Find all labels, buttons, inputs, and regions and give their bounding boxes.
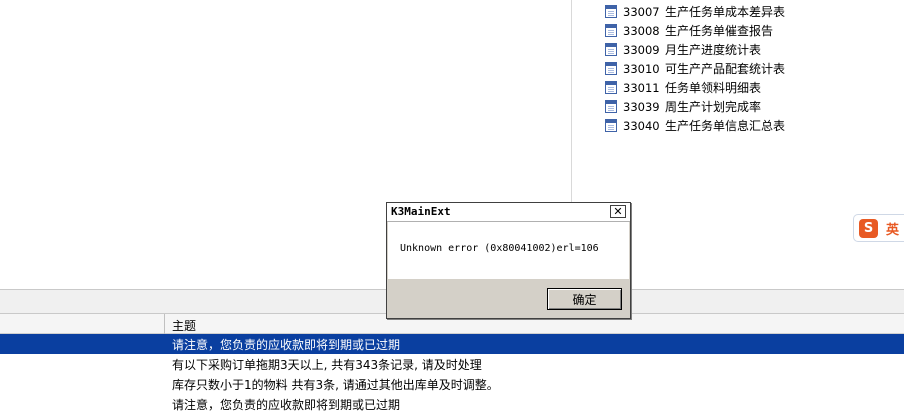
report-code: 33040	[623, 118, 660, 133]
message-subject: 有以下采购订单拖期3天以上, 共有343条记录, 请及时处理	[172, 358, 482, 372]
report-document-icon	[605, 119, 617, 132]
close-icon[interactable]: ✕	[610, 205, 626, 218]
message-subject: 请注意，您负责的应收款即将到期或已过期	[172, 398, 401, 412]
message-row[interactable]: 请注意，您负责的应收款即将到期或已过期	[0, 334, 904, 354]
error-dialog: K3MainExt ✕ Unknown error (0x80041002)er…	[386, 202, 631, 319]
report-document-icon	[605, 5, 617, 18]
sogou-ime-icon: S	[859, 218, 878, 238]
report-item[interactable]: 33039 周生产计划完成率	[605, 97, 785, 116]
report-document-icon	[605, 24, 617, 37]
report-item[interactable]: 33007 生产任务单成本差异表	[605, 2, 785, 21]
report-document-icon	[605, 100, 617, 113]
dialog-body: Unknown error (0x80041002)erl=106	[388, 222, 629, 279]
report-item[interactable]: 33040 生产任务单信息汇总表	[605, 116, 785, 135]
ime-language-indicator[interactable]: 英	[886, 219, 899, 238]
dialog-title: K3MainExt	[391, 205, 451, 218]
message-row[interactable]: 请注意，您负责的应收款即将到期或已过期	[0, 394, 904, 414]
report-name: 生产任务单催查报告	[665, 24, 774, 38]
ime-status-tab[interactable]: S 英	[853, 214, 904, 242]
message-row[interactable]: 库存只数小于1的物料 共有3条, 请通过其他出库单及时调整。	[0, 374, 904, 394]
column-header-subject[interactable]: 主题	[172, 317, 196, 334]
report-name: 任务单领料明细表	[665, 81, 762, 95]
report-item[interactable]: 33009 月生产进度统计表	[605, 40, 785, 59]
report-code: 33008	[623, 23, 660, 38]
dialog-titlebar[interactable]: K3MainExt ✕	[387, 203, 630, 222]
report-code: 33009	[623, 42, 660, 57]
report-document-icon	[605, 43, 617, 56]
error-message: Unknown error (0x80041002)erl=106	[400, 243, 599, 254]
message-row[interactable]: 有以下采购订单拖期3天以上, 共有343条记录, 请及时处理	[0, 354, 904, 374]
report-document-icon	[605, 81, 617, 94]
message-subject: 库存只数小于1的物料 共有3条, 请通过其他出库单及时调整。	[172, 378, 499, 392]
ok-button[interactable]: 确定	[547, 288, 622, 310]
report-name: 生产任务单信息汇总表	[665, 119, 786, 133]
message-list: 请注意，您负责的应收款即将到期或已过期 有以下采购订单拖期3天以上, 共有343…	[0, 334, 904, 414]
report-code: 33010	[623, 61, 660, 76]
report-name: 周生产计划完成率	[665, 100, 762, 114]
report-document-icon	[605, 62, 617, 75]
report-name: 生产任务单成本差异表	[665, 5, 786, 19]
report-code: 33011	[623, 80, 660, 95]
report-list: 33007 生产任务单成本差异表 33008 生产任务单催查报告 33009 月…	[605, 2, 785, 135]
report-item[interactable]: 33010 可生产产品配套统计表	[605, 59, 785, 78]
column-divider[interactable]	[164, 314, 165, 334]
message-subject: 请注意，您负责的应收款即将到期或已过期	[172, 338, 401, 352]
report-item[interactable]: 33011 任务单领料明细表	[605, 78, 785, 97]
report-item[interactable]: 33008 生产任务单催查报告	[605, 21, 785, 40]
report-code: 33039	[623, 99, 660, 114]
report-code: 33007	[623, 4, 660, 19]
report-name: 可生产产品配套统计表	[665, 62, 786, 76]
panel-divider	[571, 0, 572, 205]
report-name: 月生产进度统计表	[665, 43, 762, 57]
